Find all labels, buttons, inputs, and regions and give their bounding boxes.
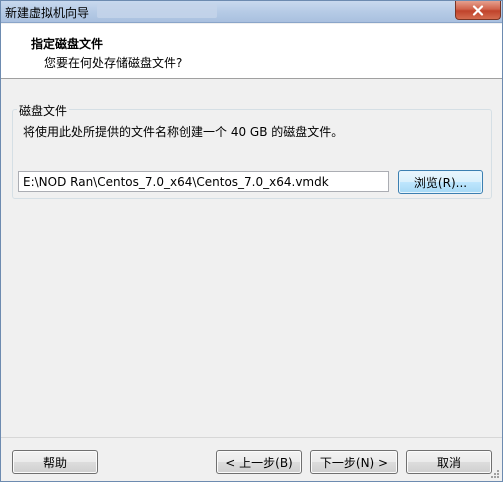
window-title: 新建虚拟机向导 xyxy=(5,6,90,20)
footer-separator xyxy=(1,437,502,438)
page-title: 指定磁盘文件 xyxy=(31,37,104,51)
resize-grip-icon[interactable] xyxy=(490,469,500,479)
disk-file-description: 将使用此处所提供的文件名称创建一个 40 GB 的磁盘文件。 xyxy=(23,125,344,139)
wizard-header: 指定磁盘文件 您要在何处存储磁盘文件? xyxy=(1,24,502,79)
title-bar[interactable]: 新建虚拟机向导 xyxy=(1,1,502,23)
disk-file-group-label: 磁盘文件 xyxy=(17,102,70,119)
close-button[interactable] xyxy=(455,1,501,20)
background-window-ghost xyxy=(97,4,217,18)
back-button[interactable]: < 上一步(B) xyxy=(216,450,302,474)
disk-file-path-input[interactable] xyxy=(18,171,389,192)
next-button[interactable]: 下一步(N) > xyxy=(310,450,398,474)
cancel-button[interactable]: 取消 xyxy=(406,450,492,474)
page-subtitle: 您要在何处存储磁盘文件? xyxy=(44,56,183,70)
browse-button[interactable]: 浏览(R)... xyxy=(398,170,483,194)
close-icon xyxy=(472,4,484,16)
wizard-window: 新建虚拟机向导 指定磁盘文件 您要在何处存储磁盘文件? 磁盘文件 将使用此处所提… xyxy=(0,0,503,482)
help-button[interactable]: 帮助 xyxy=(12,450,98,474)
